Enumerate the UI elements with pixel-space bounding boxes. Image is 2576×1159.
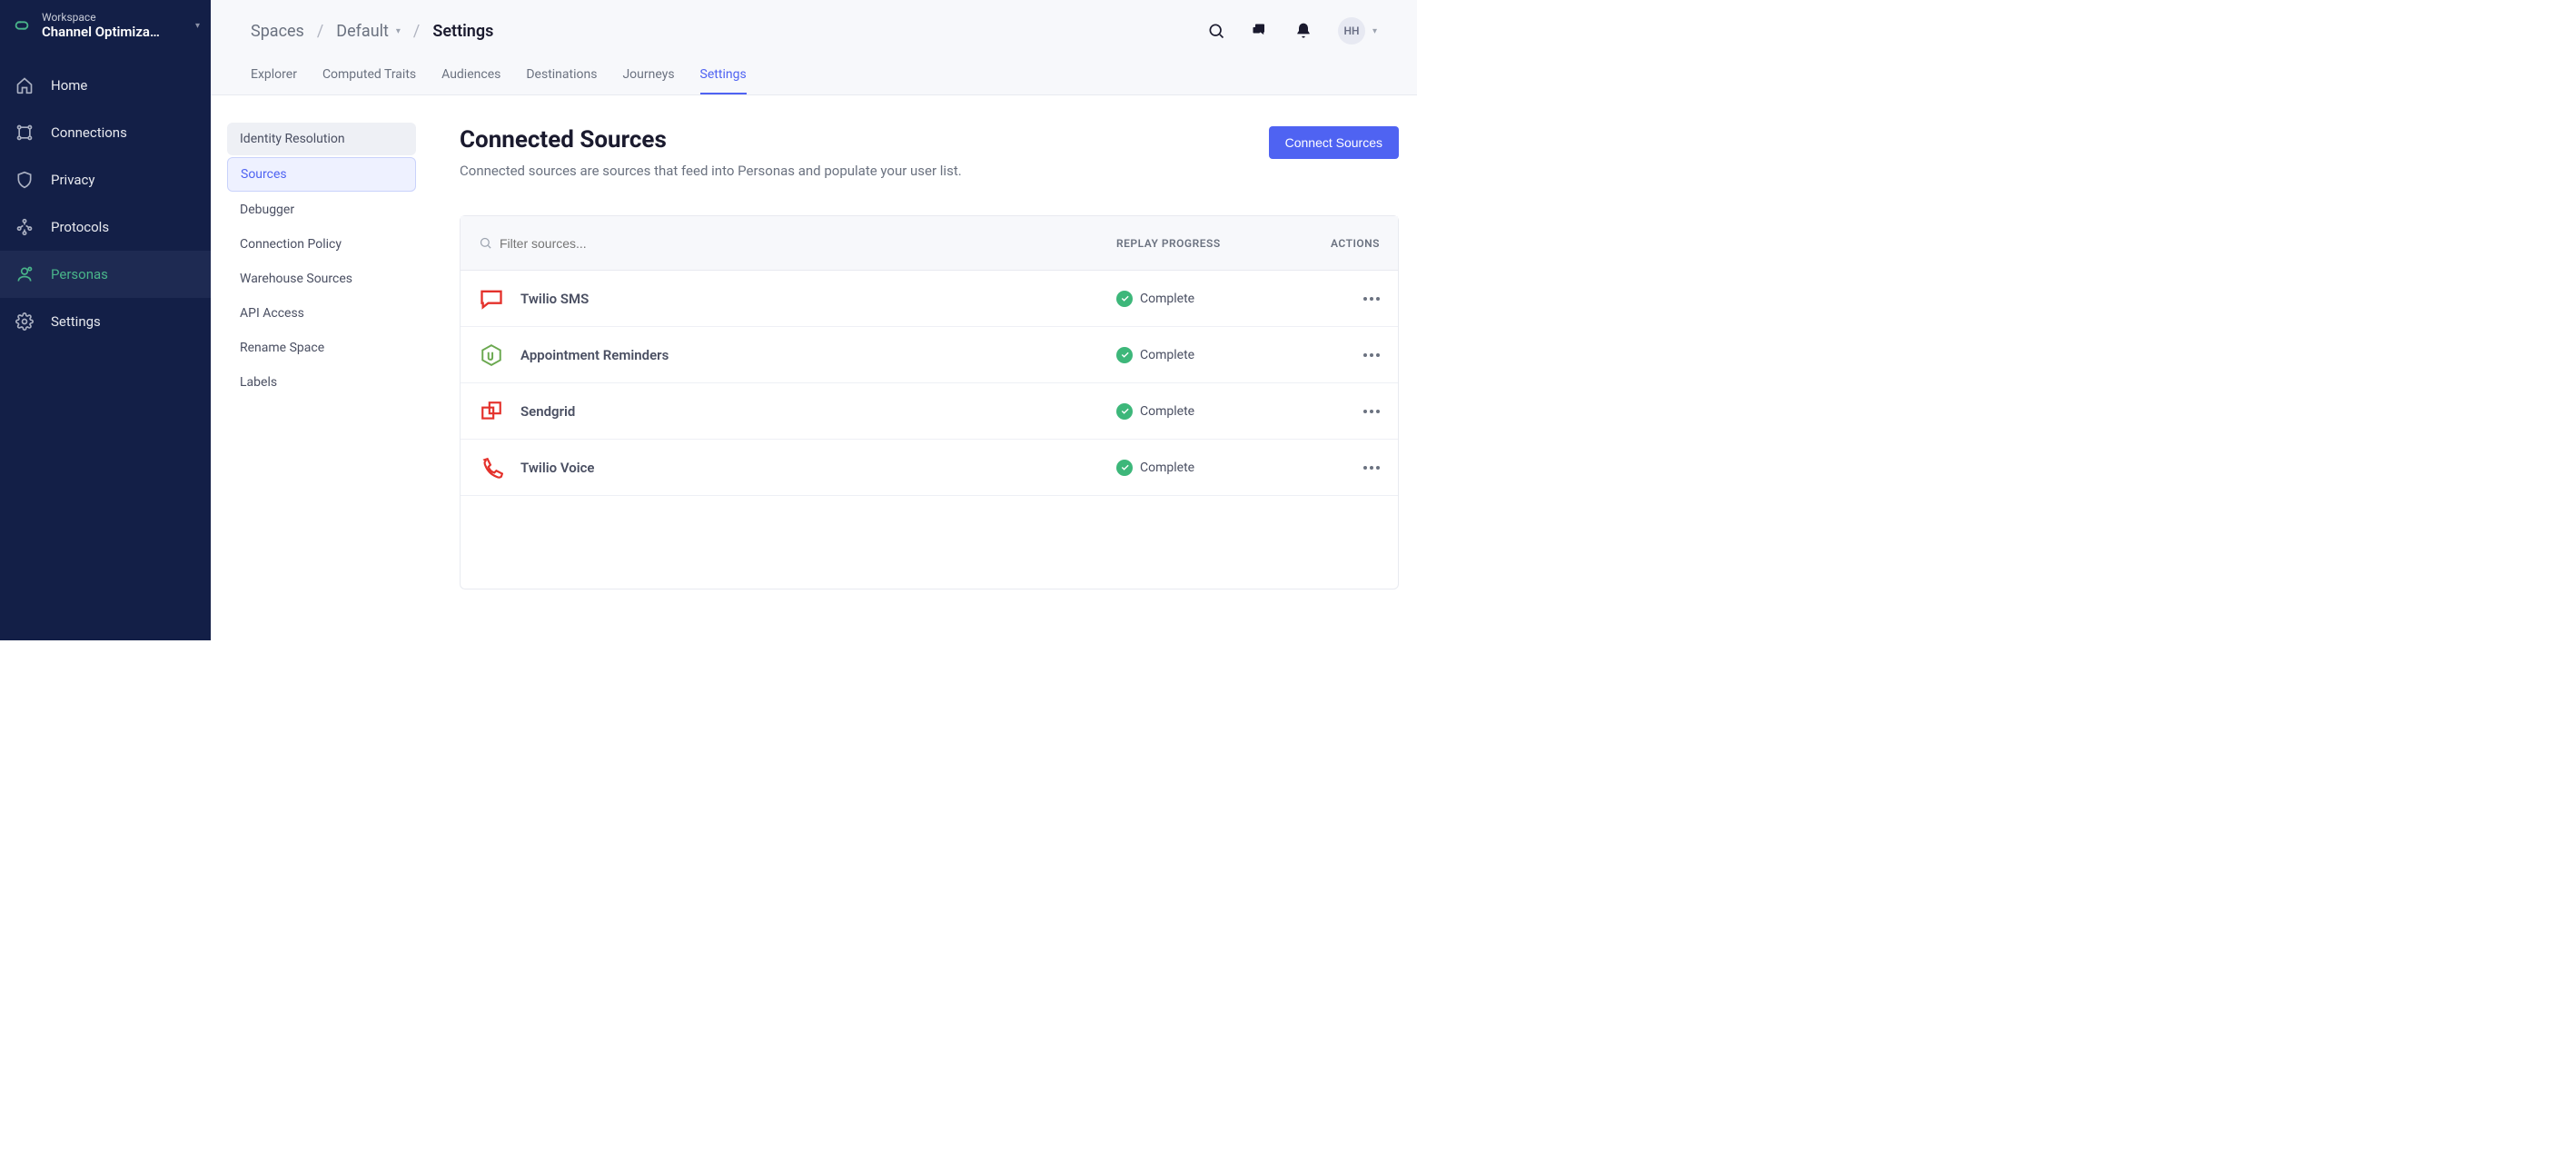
submenu-identity-resolution[interactable]: Identity Resolution [227, 123, 416, 155]
search-icon[interactable] [1207, 22, 1225, 40]
th-replay-progress: REPLAY PROGRESS [1116, 237, 1298, 250]
table-row[interactable]: Twilio SMS Complete [461, 271, 1398, 327]
sidebar-item-protocols[interactable]: Protocols [0, 203, 211, 251]
settings-submenu: Identity Resolution Sources Debugger Con… [211, 95, 432, 640]
source-name: Twilio Voice [520, 460, 595, 476]
sidebar: Workspace Channel Optimiza… ▾ Home Conne… [0, 0, 211, 640]
status-label: Complete [1140, 461, 1194, 475]
logo-icon [11, 15, 33, 36]
row-actions-menu[interactable] [1363, 353, 1380, 357]
row-actions-menu[interactable] [1363, 410, 1380, 413]
empty-space [461, 496, 1398, 589]
nav-label: Privacy [51, 172, 94, 188]
status-label: Complete [1140, 348, 1194, 362]
breadcrumb: Spaces / Default ▾ / Settings [251, 22, 493, 41]
sidebar-item-personas[interactable]: Personas [0, 251, 211, 298]
caret-down-icon: ▾ [396, 26, 401, 36]
table-row[interactable]: Appointment Reminders Complete [461, 327, 1398, 383]
table-row[interactable]: Twilio Voice Complete [461, 440, 1398, 496]
submenu-debugger[interactable]: Debugger [227, 193, 416, 226]
nav-label: Settings [51, 313, 101, 330]
nav-label: Protocols [51, 219, 109, 235]
breadcrumb-sep: / [413, 22, 420, 41]
gear-icon [15, 312, 35, 332]
sources-table: REPLAY PROGRESS ACTIONS Twilio SMS [460, 215, 1399, 589]
connect-sources-button[interactable]: Connect Sources [1269, 126, 1399, 159]
source-name: Appointment Reminders [520, 347, 669, 363]
check-icon [1116, 347, 1133, 363]
tab-explorer[interactable]: Explorer [251, 58, 297, 94]
tab-destinations[interactable]: Destinations [526, 58, 597, 94]
connections-icon [15, 123, 35, 143]
workspace-label: Workspace [42, 11, 186, 24]
status-label: Complete [1140, 292, 1194, 306]
table-row[interactable]: Sendgrid Complete [461, 383, 1398, 440]
bell-icon[interactable] [1294, 22, 1313, 40]
nodejs-icon [479, 342, 504, 368]
tab-computed-traits[interactable]: Computed Traits [322, 58, 416, 94]
page-subtitle: Connected sources are sources that feed … [460, 163, 962, 179]
tab-settings[interactable]: Settings [700, 58, 747, 94]
sidebar-item-connections[interactable]: Connections [0, 109, 211, 156]
th-actions: ACTIONS [1298, 237, 1380, 250]
twilio-voice-icon [479, 455, 504, 480]
topbar: Spaces / Default ▾ / Settings [211, 0, 1417, 95]
row-actions-menu[interactable] [1363, 466, 1380, 470]
submenu-labels[interactable]: Labels [227, 366, 416, 399]
caret-down-icon: ▾ [1372, 26, 1377, 36]
sidebar-item-home[interactable]: Home [0, 62, 211, 109]
tabs: Explorer Computed Traits Audiences Desti… [211, 58, 1417, 94]
sendgrid-icon [479, 399, 504, 424]
home-icon [15, 75, 35, 95]
breadcrumb-spaces[interactable]: Spaces [251, 22, 304, 41]
tab-audiences[interactable]: Audiences [441, 58, 500, 94]
sidebar-item-settings[interactable]: Settings [0, 298, 211, 345]
shield-icon [15, 170, 35, 190]
check-icon [1116, 460, 1133, 476]
tab-journeys[interactable]: Journeys [622, 58, 674, 94]
protocols-icon [15, 217, 35, 237]
chat-icon[interactable] [1251, 22, 1269, 40]
source-name: Twilio SMS [520, 291, 589, 307]
submenu-rename-space[interactable]: Rename Space [227, 332, 416, 364]
user-menu[interactable]: HH ▾ [1338, 17, 1377, 45]
nav-label: Personas [51, 266, 108, 282]
submenu-connection-policy[interactable]: Connection Policy [227, 228, 416, 261]
nav-label: Home [51, 77, 87, 94]
sidebar-item-privacy[interactable]: Privacy [0, 156, 211, 203]
breadcrumb-sep: / [317, 22, 323, 41]
workspace-switcher[interactable]: Workspace Channel Optimiza… ▾ [0, 0, 211, 53]
avatar: HH [1338, 17, 1365, 45]
check-icon [1116, 291, 1133, 307]
submenu-api-access[interactable]: API Access [227, 297, 416, 330]
source-name: Sendgrid [520, 403, 575, 420]
search-icon [479, 236, 492, 250]
status-label: Complete [1140, 404, 1194, 419]
breadcrumb-default[interactable]: Default ▾ [336, 22, 401, 41]
page-title: Connected Sources [460, 126, 962, 154]
workspace-name: Channel Optimiza… [42, 24, 174, 40]
personas-icon [15, 264, 35, 284]
filter-sources-input[interactable] [500, 236, 736, 251]
caret-down-icon: ▾ [195, 21, 200, 31]
breadcrumb-current: Settings [432, 22, 493, 41]
breadcrumb-default-label: Default [336, 22, 389, 41]
row-actions-menu[interactable] [1363, 297, 1380, 301]
nav-label: Connections [51, 124, 127, 141]
twilio-sms-icon [479, 286, 504, 312]
submenu-sources[interactable]: Sources [227, 157, 416, 192]
submenu-warehouse-sources[interactable]: Warehouse Sources [227, 263, 416, 295]
check-icon [1116, 403, 1133, 420]
